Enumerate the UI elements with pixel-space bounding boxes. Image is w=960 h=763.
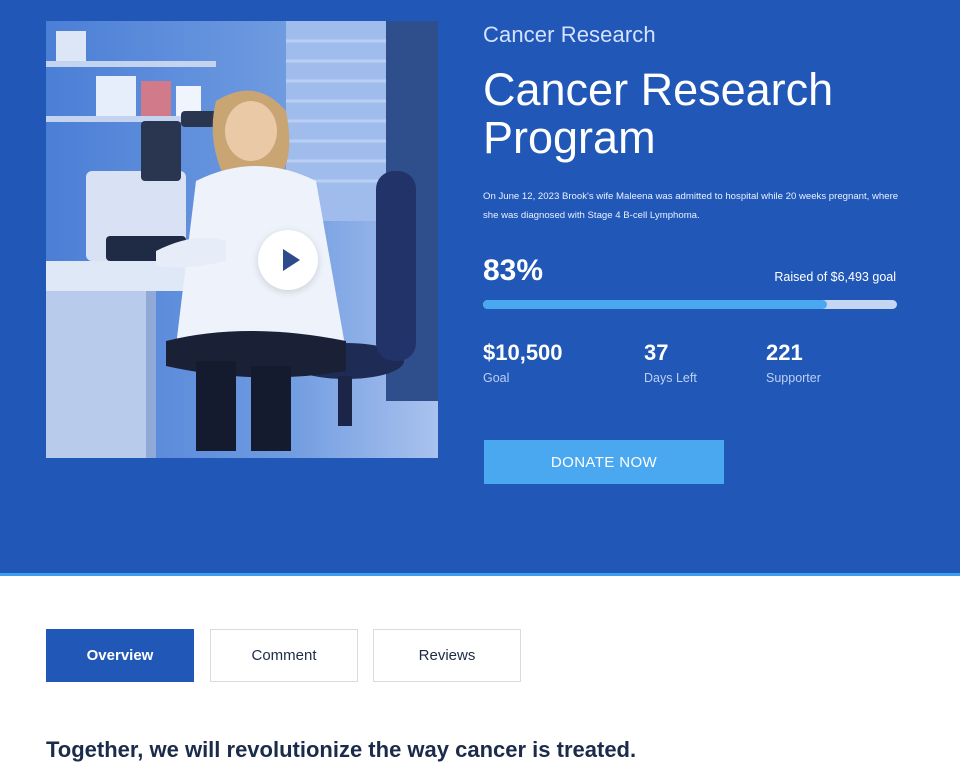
page-title: Cancer Research Program [483,64,834,163]
category-label: Cancer Research [483,22,656,47]
section-headline: Together, we will revolutionize the way … [46,737,637,762]
stat-supporter-label: Supporter [766,371,821,385]
video-thumbnail[interactable] [46,21,438,458]
tab-comment[interactable]: Comment [210,629,358,682]
stat-goal-value: $10,500 [483,340,563,365]
progress-percent: 83% [483,254,544,287]
lab-scientist-image [46,21,438,458]
progress-bar [483,300,897,309]
campaign-description: On June 12, 2023 Brook's wife Maleena wa… [483,191,899,221]
progress-bar-fill [483,300,827,309]
stat-days-left-value: 37 [644,340,669,365]
stat-days-left-label: Days Left [644,371,697,385]
play-button[interactable] [258,230,318,290]
stat-goal-label: Goal [483,371,510,385]
tab-overview[interactable]: Overview [46,629,194,682]
hero-divider [0,573,960,576]
raised-amount: Raised of $6,493 goal [774,270,896,284]
tab-reviews[interactable]: Reviews [373,629,521,682]
play-icon [283,249,300,271]
donate-now-button[interactable]: DONATE NOW [484,440,724,484]
stat-supporter-value: 221 [766,340,803,365]
